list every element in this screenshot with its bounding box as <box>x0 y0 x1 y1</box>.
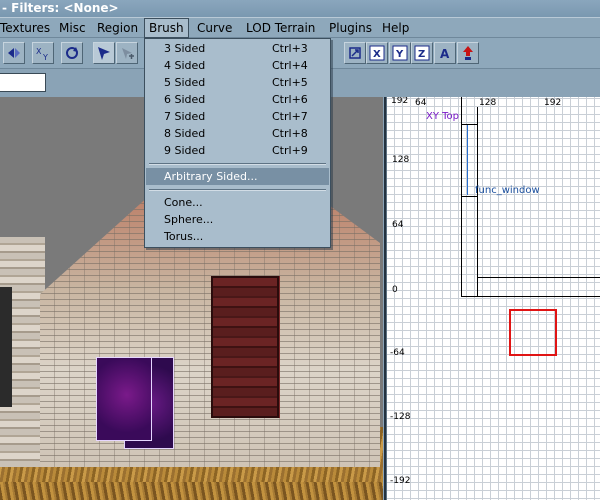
func-window-line <box>467 125 468 195</box>
menu-item-sphere[interactable]: Sphere... <box>146 211 329 228</box>
menu-brush[interactable]: Brush <box>144 18 189 38</box>
menu-plugins[interactable]: Plugins <box>325 19 376 37</box>
texture-lock-icon <box>349 47 361 59</box>
texture-lock-button[interactable] <box>344 42 366 64</box>
menu-bar: Textures Misc Region Brush Curve LOD Ter… <box>0 17 600 38</box>
top-label-192-left: 192 <box>391 97 409 106</box>
svg-text:Y: Y <box>42 53 48 61</box>
top-label-192: 192 <box>544 98 562 108</box>
menu-separator <box>149 163 326 165</box>
door <box>211 276 279 418</box>
axis-a-button[interactable]: A <box>434 42 456 64</box>
menu-item-5-sided[interactable]: 5 Sided Ctrl+5 <box>146 74 329 91</box>
clipper-button[interactable] <box>116 42 138 64</box>
selected-brush[interactable] <box>509 309 557 356</box>
menu-curve[interactable]: Curve <box>193 19 236 37</box>
entity-label: func_window <box>475 185 540 196</box>
window-title: - Filters: <None> <box>0 0 600 17</box>
side-label-minus-64: -64 <box>390 348 405 358</box>
window-edge-top <box>461 124 477 125</box>
select-button[interactable] <box>93 42 115 64</box>
xy-grid-viewport[interactable]: 192 64 128 192 128 64 0 -64 -128 -192 XY… <box>386 97 600 500</box>
menu-item-3-sided[interactable]: 3 Sided Ctrl+3 <box>146 40 329 57</box>
menu-separator <box>149 189 326 191</box>
menu-item-7-sided[interactable]: 7 Sided Ctrl+7 <box>146 108 329 125</box>
side-label-minus-192: -192 <box>390 476 411 486</box>
clipper-icon <box>122 48 134 59</box>
flip-x-button[interactable] <box>3 42 25 64</box>
svg-text:X: X <box>36 47 42 56</box>
side-window <box>0 287 12 407</box>
axis-x-icon: X <box>369 45 385 61</box>
axis-z-button[interactable]: Z <box>411 42 433 64</box>
axis-z-icon: Z <box>414 45 430 61</box>
axis-y-icon: Y <box>392 45 408 61</box>
brush-edge-horizontal <box>461 296 600 297</box>
flip-xy-button[interactable]: XY <box>32 42 54 64</box>
menu-region[interactable]: Region <box>93 19 142 37</box>
side-label-128: 128 <box>392 155 410 165</box>
window-edge-bottom <box>461 196 477 197</box>
menu-item-torus[interactable]: Torus... <box>146 228 329 245</box>
flip-x-icon <box>8 48 20 58</box>
top-label-64: 64 <box>415 98 427 108</box>
rotate-button[interactable] <box>61 42 83 64</box>
brush-edge-horizontal-2 <box>477 277 600 278</box>
menu-misc[interactable]: Misc <box>55 19 90 37</box>
svg-text:Y: Y <box>395 49 404 60</box>
ground-texture-near <box>0 482 383 500</box>
menu-item-6-sided[interactable]: 6 Sided Ctrl+6 <box>146 91 329 108</box>
top-label-128: 128 <box>479 98 497 108</box>
filter-input[interactable] <box>0 73 46 92</box>
brush-dropdown-menu: 3 Sided Ctrl+3 4 Sided Ctrl+4 5 Sided Ctrl+… <box>144 38 331 248</box>
svg-text:X: X <box>373 49 381 60</box>
select-icon <box>98 47 110 60</box>
red-arrow-button[interactable] <box>457 42 479 64</box>
menu-textures[interactable]: Textures <box>0 19 54 37</box>
side-label-minus-128: -128 <box>390 412 411 422</box>
svg-text:A: A <box>440 47 450 61</box>
view-label: XY Top <box>426 111 460 122</box>
cube-front-face <box>96 357 152 441</box>
menu-item-9-sided[interactable]: 9 Sided Ctrl+9 <box>146 142 329 159</box>
menu-item-4-sided[interactable]: 4 Sided Ctrl+4 <box>146 57 329 74</box>
menu-help[interactable]: Help <box>378 19 413 37</box>
menu-item-cone[interactable]: Cone... <box>146 194 329 211</box>
menu-item-8-sided[interactable]: 8 Sided Ctrl+8 <box>146 125 329 142</box>
axis-x-button[interactable]: X <box>366 42 388 64</box>
brush-edge-vertical <box>461 97 462 297</box>
menu-item-arbitrary-sided[interactable]: Arbitrary Sided... <box>146 168 329 185</box>
flip-xy-icon: XY <box>36 47 48 61</box>
side-label-64: 64 <box>392 220 404 230</box>
red-arrow-icon <box>463 46 473 60</box>
side-label-0: 0 <box>392 285 398 295</box>
axis-y-button[interactable]: Y <box>389 42 411 64</box>
axis-a-icon: A <box>440 47 450 61</box>
svg-text:Z: Z <box>418 49 425 60</box>
brush-edge-vertical-2 <box>477 107 478 297</box>
rotate-icon <box>66 47 78 59</box>
menu-lod-terrain[interactable]: LOD Terrain <box>242 19 319 37</box>
